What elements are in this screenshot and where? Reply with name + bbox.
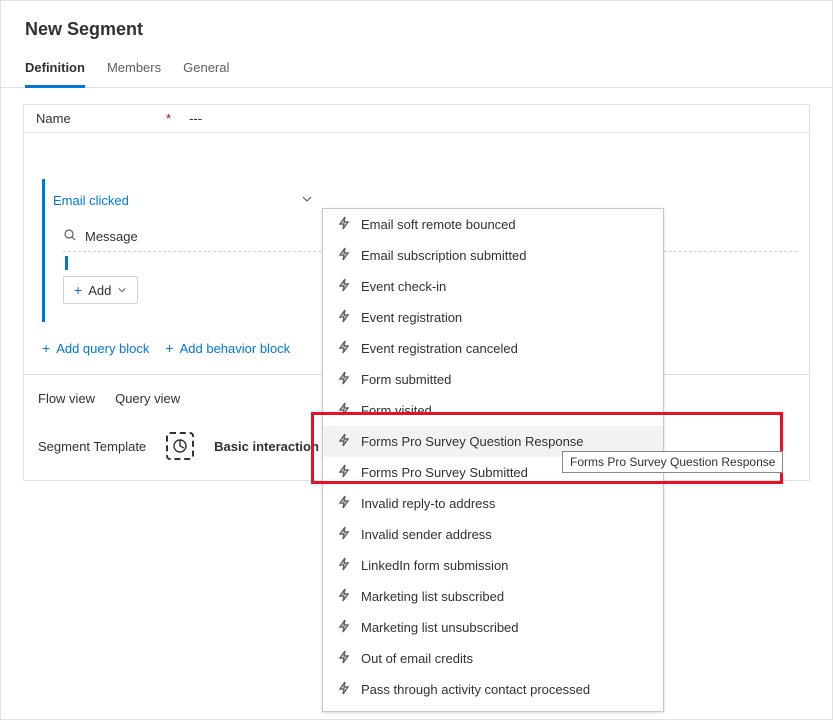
tooltip: Forms Pro Survey Question Response bbox=[562, 451, 783, 473]
name-value: --- bbox=[189, 111, 202, 126]
menu-item-label: Marketing list subscribed bbox=[361, 589, 504, 604]
menu-item[interactable]: Form submitted bbox=[323, 364, 663, 395]
flow-view-tab[interactable]: Flow view bbox=[38, 391, 95, 406]
interaction-selected-label: Email clicked bbox=[53, 193, 129, 208]
menu-item[interactable]: Invalid reply-to address bbox=[323, 488, 663, 519]
interaction-icon bbox=[337, 557, 351, 574]
add-label: Add bbox=[88, 283, 111, 298]
menu-item-label: Invalid reply-to address bbox=[361, 496, 495, 511]
menu-item-label: Marketing list unsubscribed bbox=[361, 620, 519, 635]
menu-item[interactable]: Event registration bbox=[323, 302, 663, 333]
interaction-icon bbox=[337, 371, 351, 388]
menu-item[interactable]: Email subscription submitted bbox=[323, 240, 663, 271]
menu-item[interactable]: Event registration canceled bbox=[323, 333, 663, 364]
interaction-icon bbox=[337, 619, 351, 636]
menu-item[interactable]: Event check-in bbox=[323, 271, 663, 302]
filter-placeholder: Message bbox=[85, 229, 138, 244]
interaction-icon bbox=[337, 681, 351, 698]
required-indicator: * bbox=[166, 111, 171, 126]
tab-general[interactable]: General bbox=[183, 54, 229, 87]
page-title: New Segment bbox=[1, 1, 832, 54]
name-field-row[interactable]: Name * --- bbox=[23, 104, 810, 132]
add-query-block-label: Add query block bbox=[56, 341, 149, 356]
name-label: Name bbox=[36, 111, 166, 126]
menu-item-label: LinkedIn form submission bbox=[361, 558, 508, 573]
chevron-down-icon bbox=[301, 193, 313, 208]
menu-item[interactable]: Invalid sender address bbox=[323, 519, 663, 550]
interaction-icon bbox=[337, 650, 351, 667]
interaction-icon bbox=[337, 464, 351, 481]
interaction-icon bbox=[337, 309, 351, 326]
plus-icon: + bbox=[165, 340, 173, 356]
chevron-down-icon bbox=[117, 283, 127, 298]
menu-item-label: Form visited bbox=[361, 403, 432, 418]
menu-item-label: Event registration canceled bbox=[361, 341, 518, 356]
menu-item-label: Out of email credits bbox=[361, 651, 473, 666]
menu-item[interactable]: LinkedIn form submission bbox=[323, 550, 663, 581]
menu-item[interactable]: Marketing list unsubscribed bbox=[323, 612, 663, 643]
add-behavior-block-label: Add behavior block bbox=[180, 341, 291, 356]
segment-template-label: Segment Template bbox=[38, 439, 146, 454]
interaction-icon bbox=[337, 216, 351, 233]
tab-members[interactable]: Members bbox=[107, 54, 161, 87]
interaction-icon bbox=[337, 433, 351, 450]
plus-icon: + bbox=[74, 282, 82, 298]
search-icon bbox=[63, 228, 77, 245]
menu-item[interactable]: Out of email credits bbox=[323, 643, 663, 674]
menu-item-label: Forms Pro Survey Submitted bbox=[361, 465, 528, 480]
interaction-icon bbox=[337, 247, 351, 264]
menu-item-label: Email soft remote bounced bbox=[361, 217, 516, 232]
interaction-icon bbox=[337, 278, 351, 295]
add-condition-button[interactable]: + Add bbox=[63, 276, 138, 304]
menu-item-label: Email subscription submitted bbox=[361, 248, 526, 263]
menu-item-label: Pass through activity contact processed bbox=[361, 682, 590, 697]
menu-item[interactable]: Form visited bbox=[323, 395, 663, 426]
template-name: Basic interaction bbox=[214, 439, 319, 454]
menu-item[interactable]: Pass through activity contact processed bbox=[323, 674, 663, 705]
add-behavior-block-button[interactable]: + Add behavior block bbox=[165, 340, 290, 356]
tab-bar: Definition Members General bbox=[1, 54, 832, 88]
interaction-icon bbox=[337, 495, 351, 512]
interaction-icon bbox=[337, 588, 351, 605]
interaction-icon bbox=[337, 526, 351, 543]
menu-item-label: Invalid sender address bbox=[361, 527, 492, 542]
menu-item[interactable]: Redirect link clicked bbox=[323, 705, 663, 711]
interaction-dropdown[interactable]: Email clicked bbox=[53, 189, 313, 212]
template-badge[interactable] bbox=[166, 432, 194, 460]
plus-icon: + bbox=[42, 340, 50, 356]
tab-definition[interactable]: Definition bbox=[25, 54, 85, 88]
menu-item-label: Event check-in bbox=[361, 279, 446, 294]
menu-item-label: Forms Pro Survey Question Response bbox=[361, 434, 584, 449]
menu-item[interactable]: Marketing list subscribed bbox=[323, 581, 663, 612]
interaction-icon bbox=[337, 340, 351, 357]
interaction-icon bbox=[337, 402, 351, 419]
query-view-tab[interactable]: Query view bbox=[115, 391, 180, 406]
menu-item[interactable]: Email soft remote bounced bbox=[323, 209, 663, 240]
add-query-block-button[interactable]: + Add query block bbox=[42, 340, 149, 356]
menu-item-label: Form submitted bbox=[361, 372, 451, 387]
segment-template-icon bbox=[172, 438, 188, 454]
menu-item-label: Event registration bbox=[361, 310, 462, 325]
